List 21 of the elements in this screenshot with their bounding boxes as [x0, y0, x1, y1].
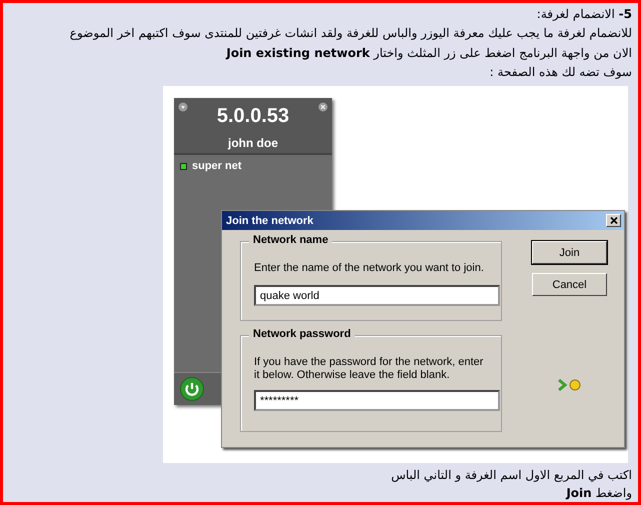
input-field[interactable]: quake world	[254, 285, 500, 306]
post-text: للانضمام لغرفة ما يجب عليك معرفة اليوزر والباس للغرفة ولقد انشات غرفتين للمنتدى سوف اكتبهم اخر الموضوع	[68, 25, 632, 42]
close-icon	[610, 217, 618, 224]
menu-icon[interactable]	[178, 102, 188, 112]
version-number: 5.0.0.53	[216, 105, 290, 128]
group-title: Network password	[249, 328, 355, 340]
hint-text: Enter the name of the network you want to join.	[254, 262, 485, 275]
connection-icon	[556, 378, 582, 392]
dialog-button[interactable]: Join	[532, 241, 607, 264]
power-icon[interactable]	[180, 377, 204, 401]
user-name: john doe	[228, 136, 278, 150]
close-icon[interactable]	[318, 102, 328, 112]
window-title: Join the network	[226, 214, 314, 226]
post-text: اكتب في المربع الاول اسم الغرفة و التاني الباس	[390, 467, 632, 484]
dialog-button[interactable]: Cancel	[532, 273, 607, 296]
post-text: سوف تضه لك هذه الصفحة :	[488, 64, 632, 81]
hint-text: If you have the password for the network, enter it below. Otherwise leave the field blank.	[254, 356, 484, 382]
network-item[interactable]: super net	[192, 160, 242, 172]
input-field[interactable]: *********	[254, 390, 500, 411]
close-button[interactable]	[606, 214, 621, 227]
group-title: Network name	[249, 234, 332, 246]
